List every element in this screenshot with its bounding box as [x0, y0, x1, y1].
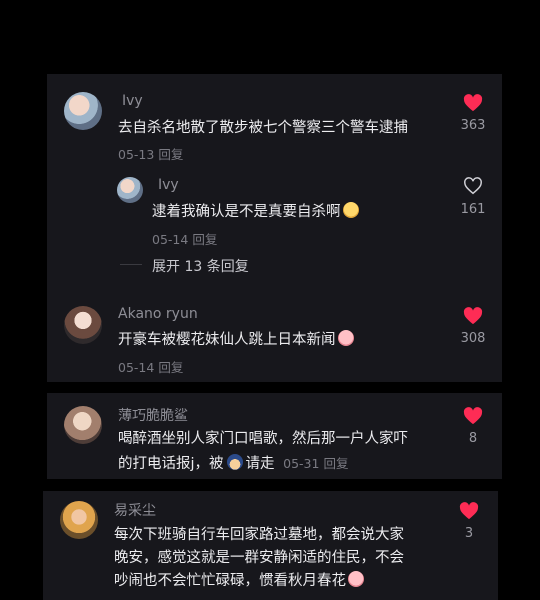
comment-date: 05-13	[118, 147, 155, 162]
comment-card-2: 薄巧脆脆鲨 喝醉酒坐别人家门口唱歌，然后那一户人家吓 的打电话报j，被 请走 05…	[47, 393, 502, 479]
reply-meta: 05-14 回复	[152, 229, 217, 248]
avatar[interactable]	[64, 92, 102, 130]
reply-button[interactable]: 回复	[158, 360, 183, 375]
comment-username[interactable]: Ivy	[122, 93, 143, 109]
comment-username[interactable]: 薄巧脆脆鲨	[118, 405, 188, 425]
expand-replies-button[interactable]: 展开 13 条回复	[152, 256, 249, 276]
pig-face-emoji-icon	[348, 571, 364, 587]
comment-text-line-2: 的打电话报j，被 请走 05-31 回复	[118, 451, 348, 477]
reply-reply-button[interactable]: 回复	[192, 232, 217, 247]
comment-text: 去自杀名地散了散步被七个警察三个警车逮捕	[118, 120, 408, 136]
comment-username[interactable]: 易采尘	[114, 500, 156, 520]
reply-text: 逮着我确认是不是真要自杀啊	[152, 199, 359, 225]
comment-meta: 05-31 回复	[283, 456, 348, 471]
heart-icon[interactable]	[463, 94, 483, 112]
reply-avatar[interactable]	[117, 177, 143, 203]
avatar[interactable]	[60, 501, 98, 539]
reply-button[interactable]: 回复	[323, 456, 348, 471]
like-count: 8	[468, 431, 478, 446]
comment-text-line-1: 喝醉酒坐别人家门口唱歌，然后那一户人家吓	[118, 431, 408, 447]
comment-username[interactable]: Akano ryun	[118, 306, 198, 322]
comment-date: 05-14	[118, 360, 155, 375]
reply-button[interactable]: 回复	[158, 147, 183, 162]
avatar[interactable]	[64, 306, 102, 344]
comment-card-1: Ivy 去自杀名地散了散步被七个警察三个警车逮捕 05-13 回复 363 Ivy…	[47, 74, 502, 382]
comment-text-tail: 请走	[245, 456, 275, 472]
like-count: 363	[460, 118, 486, 133]
comment-date: 05-31	[283, 456, 320, 471]
police-officer-emoji-icon	[226, 454, 243, 470]
like-count: 3	[464, 526, 474, 541]
comment-meta: 05-13 回复	[118, 144, 183, 163]
comment-text-line-3: 吵闹也不会忙忙碌碌，惯看秋月春花	[114, 568, 364, 594]
heart-icon[interactable]	[463, 407, 483, 425]
heart-icon[interactable]	[459, 502, 479, 520]
heart-icon[interactable]	[463, 307, 483, 325]
expand-divider	[120, 264, 142, 265]
comment-text-body: 吵闹也不会忙忙碌碌，惯看秋月春花	[114, 573, 346, 589]
grin-sweat-emoji-icon	[342, 202, 359, 218]
pig-emoji-icon	[337, 330, 354, 346]
like-count: 308	[460, 331, 486, 346]
heart-outline-icon[interactable]	[463, 177, 483, 195]
comment-text-body: 开豪车被樱花妹仙人跳上日本新闻	[118, 332, 336, 348]
comment-card-3: 易采尘 每次下班骑自行车回家路过墓地，都会说大家 晚安，感觉这就是一群安静闲适的…	[43, 491, 498, 600]
reply-like-count: 161	[460, 202, 486, 217]
comment-text-body: 的打电话报j，被	[118, 456, 224, 472]
comment-text: 开豪车被樱花妹仙人跳上日本新闻	[118, 327, 354, 353]
avatar[interactable]	[64, 406, 102, 444]
reply-date: 05-14	[152, 232, 189, 247]
reply-text-body: 逮着我确认是不是真要自杀啊	[152, 204, 341, 220]
comment-meta: 05-14 回复	[118, 357, 183, 376]
reply-username[interactable]: Ivy	[158, 177, 179, 193]
